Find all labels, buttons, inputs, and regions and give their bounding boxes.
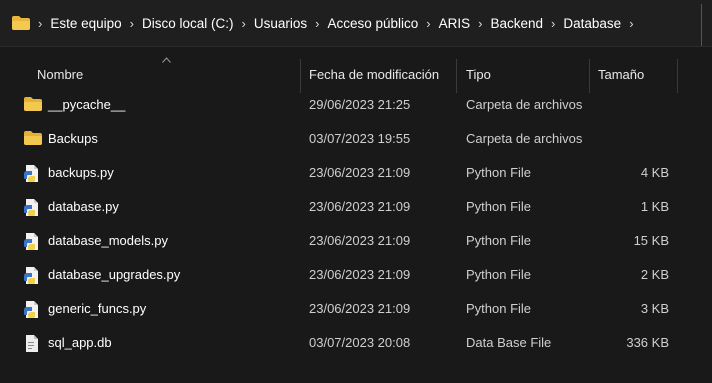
file-name: database_models.py	[48, 233, 168, 248]
file-modified-date: 03/07/2023 20:08	[309, 335, 411, 350]
file-row[interactable]: backups.py 23/06/2023 21:09 Python File 4 K…	[0, 156, 712, 190]
breadcrumb-separator: ›	[315, 15, 320, 31]
breadcrumb-backend[interactable]: Backend	[491, 16, 544, 31]
file-type: Python File	[466, 267, 532, 282]
file-type: Python File	[466, 199, 532, 214]
breadcrumb-separator: ›	[38, 15, 43, 31]
column-header-name[interactable]: Nombre	[37, 67, 83, 82]
folder-icon	[24, 97, 42, 113]
breadcrumb-este-equipo[interactable]: Este equipo	[50, 16, 121, 31]
sort-ascending-icon	[162, 57, 171, 63]
file-size: 1 KB	[640, 199, 669, 214]
file-name: sql_app.db	[48, 335, 112, 350]
file-name: Backups	[48, 131, 98, 146]
python-file-icon	[24, 267, 42, 284]
python-file-icon	[24, 165, 42, 182]
python-file-icon	[24, 199, 42, 216]
breadcrumb-expand-chevron-icon[interactable]: ›	[629, 16, 633, 31]
folder-icon	[12, 16, 30, 30]
file-type: Python File	[466, 233, 532, 248]
file-size	[600, 88, 669, 122]
breadcrumb-separator: ›	[426, 15, 431, 31]
file-name: backups.py	[48, 165, 114, 180]
breadcrumb-separator: ›	[478, 15, 483, 31]
column-header-date[interactable]: Fecha de modificación	[309, 67, 439, 82]
breadcrumb-database[interactable]: Database	[563, 16, 621, 31]
file-type: Carpeta de archivos	[466, 97, 583, 112]
file-row[interactable]: sql_app.db 03/07/2023 20:08 Data Base File…	[0, 326, 712, 360]
file-type: Carpeta de archivos	[466, 131, 583, 146]
file-modified-date: 29/06/2023 21:25	[309, 97, 411, 112]
file-type: Python File	[466, 165, 532, 180]
file-row[interactable]: database_models.py 23/06/2023 21:09 Python…	[0, 224, 712, 258]
file-size	[600, 122, 669, 156]
python-file-icon	[24, 233, 42, 250]
breadcrumb-usuarios[interactable]: Usuarios	[254, 16, 307, 31]
file-row[interactable]: Backups 03/07/2023 19:55 Carpeta de archiv…	[0, 122, 712, 156]
breadcrumb-acceso-publico[interactable]: Acceso público	[327, 16, 418, 31]
file-row[interactable]: database.py 23/06/2023 21:09 Python File 1 …	[0, 190, 712, 224]
file-type: Python File	[466, 301, 532, 316]
file-modified-date: 23/06/2023 21:09	[309, 165, 411, 180]
file-size: 3 KB	[640, 301, 669, 316]
file-size: 15 KB	[633, 233, 669, 248]
file-row[interactable]: generic_funcs.py 23/06/2023 21:09 Python F…	[0, 292, 712, 326]
file-size: 336 KB	[626, 335, 669, 350]
file-modified-date: 03/07/2023 19:55	[309, 131, 411, 146]
breadcrumb: › Este equipo › Disco local (C:) › Usuar…	[12, 0, 642, 46]
file-name: generic_funcs.py	[48, 301, 147, 316]
database-file-icon	[24, 335, 42, 352]
breadcrumb-separator: ›	[551, 15, 556, 31]
file-size: 4 KB	[640, 165, 669, 180]
column-header-type[interactable]: Tipo	[466, 67, 491, 82]
file-size: 2 KB	[640, 267, 669, 282]
breadcrumb-separator: ›	[129, 15, 134, 31]
breadcrumb-separator: ›	[241, 15, 246, 31]
address-bar-edge	[701, 4, 712, 46]
breadcrumb-aris[interactable]: ARIS	[439, 16, 471, 31]
breadcrumb-disco-local[interactable]: Disco local (C:)	[142, 16, 234, 31]
file-row[interactable]: __pycache__ 29/06/2023 21:25 Carpeta de ar…	[0, 88, 712, 122]
file-modified-date: 23/06/2023 21:09	[309, 233, 411, 248]
file-name: __pycache__	[48, 97, 126, 112]
column-header-size[interactable]: Tamaño	[598, 67, 644, 82]
python-file-icon	[24, 301, 42, 318]
file-name: database_upgrades.py	[48, 267, 181, 282]
file-modified-date: 23/06/2023 21:09	[309, 301, 411, 316]
file-type: Data Base File	[466, 335, 552, 350]
file-modified-date: 23/06/2023 21:09	[309, 267, 411, 282]
file-row[interactable]: database_upgrades.py 23/06/2023 21:09 Pyth…	[0, 258, 712, 292]
address-bar[interactable]: › Este equipo › Disco local (C:) › Usuar…	[0, 0, 712, 47]
file-modified-date: 23/06/2023 21:09	[309, 199, 411, 214]
file-explorer-window: › Este equipo › Disco local (C:) › Usuar…	[0, 0, 712, 383]
file-name: database.py	[48, 199, 119, 214]
folder-icon	[24, 131, 42, 147]
